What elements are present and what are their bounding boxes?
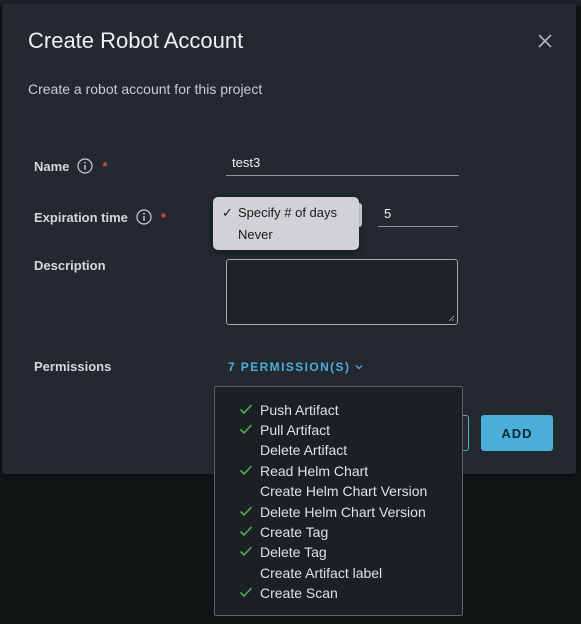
close-icon[interactable] [535, 31, 555, 51]
check-icon [239, 465, 253, 476]
permission-item[interactable]: Delete Tag [215, 542, 462, 562]
permission-label: Create Artifact label [260, 565, 383, 581]
modal-title: Create Robot Account [28, 28, 244, 53]
permission-label: Create Tag [260, 524, 329, 540]
permission-item[interactable]: Delete Artifact [215, 440, 462, 460]
option-specify-days[interactable]: ✓ Specify # of days [213, 202, 359, 224]
permission-item[interactable]: Read Helm Chart [215, 461, 462, 481]
permission-label: Pull Artifact [260, 422, 331, 438]
required-asterisk: * [160, 209, 166, 225]
modal-subtitle: Create a robot account for this project [28, 81, 263, 97]
permission-item[interactable]: Create Tag [215, 522, 462, 542]
permission-item[interactable]: Create Helm Chart Version [215, 481, 462, 501]
description-label: Description [34, 258, 106, 273]
check-icon [239, 506, 253, 517]
permission-label: Create Helm Chart Version [260, 483, 428, 499]
name-label-row: Name * [34, 158, 107, 174]
expiration-days-input[interactable]: 5 [378, 203, 458, 227]
description-textarea[interactable] [226, 259, 458, 325]
check-icon [239, 587, 253, 598]
permissions-label-row: Permissions [34, 359, 111, 374]
permission-label: Delete Artifact [260, 442, 348, 458]
permission-label: Read Helm Chart [260, 463, 369, 479]
permission-item[interactable]: Delete Helm Chart Version [215, 502, 462, 522]
permission-label: Push Artifact [260, 402, 339, 418]
permissions-toggle-label: 7 PERMISSION(S) [228, 360, 351, 374]
info-icon[interactable] [136, 209, 152, 225]
option-label: Specify # of days [238, 205, 337, 220]
permission-item[interactable]: Push Artifact [215, 400, 462, 420]
name-label: Name [34, 158, 70, 174]
check-icon: ✓ [222, 205, 233, 220]
option-never[interactable]: Never [213, 224, 359, 246]
option-label: Never [238, 227, 273, 242]
check-icon [239, 546, 253, 557]
permission-label: Create Scan [260, 585, 338, 601]
check-icon [239, 526, 253, 537]
permissions-label: Permissions [34, 359, 112, 374]
description-label-row: Description [34, 258, 106, 273]
permissions-toggle[interactable]: 7 PERMISSION(S) [228, 360, 363, 374]
required-asterisk: * [102, 158, 108, 174]
permission-item[interactable]: Create Scan [215, 583, 462, 603]
add-button[interactable]: ADD [481, 415, 553, 451]
check-icon [239, 424, 253, 435]
permission-label: Delete Tag [260, 544, 327, 560]
permissions-dropdown-panel: Push Artifact Pull Artifact Delete Artif… [214, 386, 463, 616]
resize-grip-icon[interactable] [448, 315, 455, 322]
chevron-down-icon [355, 365, 363, 370]
name-input[interactable]: test3 [226, 152, 459, 176]
permission-label: Delete Helm Chart Version [260, 504, 426, 520]
expiration-label-row: Expiration time * [34, 209, 166, 225]
permission-item[interactable]: Create Artifact label [215, 563, 462, 583]
check-icon [239, 404, 253, 415]
expiration-dropdown-menu: ✓ Specify # of days Never [213, 197, 359, 250]
permission-item[interactable]: Pull Artifact [215, 420, 462, 440]
expiration-label: Expiration time [34, 209, 128, 225]
info-icon[interactable] [77, 158, 94, 174]
